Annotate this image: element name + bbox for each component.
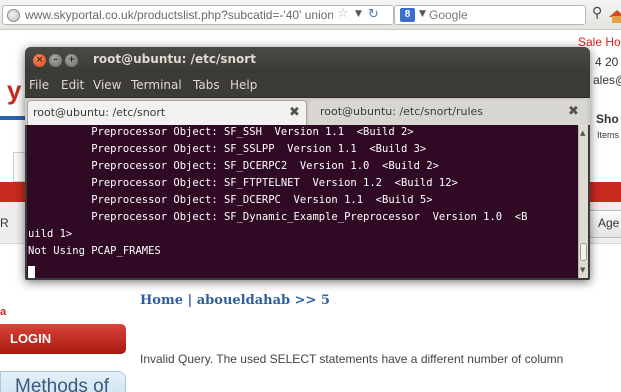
url-bar[interactable]: www.skyportal.co.uk/productslist.php?sub… <box>2 5 394 25</box>
tab-label: root@ubuntu: /etc/snort/rules <box>320 105 484 118</box>
tab-close-icon[interactable]: ✖ <box>568 104 579 119</box>
url-tools: ☆ ▼ ↻ <box>333 6 393 24</box>
star-icon[interactable]: ☆ <box>337 6 349 21</box>
scroll-up-icon[interactable]: ▲ <box>580 129 585 137</box>
items-label: Items <box>597 130 620 140</box>
terminal-line: uild 1> <box>28 228 73 240</box>
site-logo: y <box>7 75 22 105</box>
terminal-line: Not Using PCAP_FRAMES <box>28 245 161 257</box>
promo-phone: 4 20 <box>595 55 619 69</box>
search-bar[interactable]: 8 ▼ Google <box>394 5 586 25</box>
methods-box[interactable]: Methods of <box>0 371 126 392</box>
terminal-line: Preprocessor Object: SF_DCERPC Version 1… <box>28 194 433 206</box>
menu-help[interactable]: Help <box>230 78 257 92</box>
tab-snort-rules[interactable]: root@ubuntu: /etc/snort/rules ✖ <box>309 100 587 125</box>
globe-icon <box>7 9 20 22</box>
terminal-line: Preprocessor Object: SF_SSH Version 1.1 … <box>28 126 414 138</box>
menu-terminal[interactable]: Terminal <box>131 78 182 92</box>
nav-item-fragment[interactable]: R <box>0 216 9 230</box>
menu-bar: File Edit View Terminal Tabs Help <box>25 73 590 97</box>
search-engine-dropdown-icon[interactable]: ▼ <box>419 9 426 19</box>
tab-close-icon[interactable]: ✖ <box>289 105 300 120</box>
sidebar-header: a <box>0 306 7 318</box>
tab-snort[interactable]: root@ubuntu: /etc/snort ✖ <box>27 100 307 125</box>
browser-toolbar: www.skyportal.co.uk/productslist.php?sub… <box>0 0 621 30</box>
menu-edit[interactable]: Edit <box>61 78 84 92</box>
close-icon[interactable]: × <box>33 54 46 67</box>
scrollbar[interactable]: ▲ ▼ <box>578 125 588 278</box>
url-text: www.skyportal.co.uk/productslist.php?sub… <box>25 8 351 22</box>
url-dropdown-icon[interactable]: ▼ <box>355 9 362 19</box>
terminal-line: Preprocessor Object: SF_FTPTELNET Versio… <box>28 177 458 189</box>
tab-label: root@ubuntu: /etc/snort <box>33 106 166 119</box>
login-button[interactable]: LOGIN <box>0 324 126 354</box>
search-engine-icon[interactable]: 8 <box>400 8 415 22</box>
shop-header: Sho <box>596 112 619 126</box>
terminal-line: Preprocessor Object: SF_Dynamic_Example_… <box>28 211 528 223</box>
reload-icon[interactable]: ↻ <box>368 7 379 22</box>
terminal-line: Preprocessor Object: SF_SSLPP Version 1.… <box>28 143 427 155</box>
terminal-output[interactable]: Preprocessor Object: SF_SSH Version 1.1 … <box>27 125 578 278</box>
scroll-down-icon[interactable]: ▼ <box>580 266 585 274</box>
scroll-thumb[interactable] <box>580 243 587 261</box>
search-placeholder: Google <box>429 8 468 22</box>
menu-tabs[interactable]: Tabs <box>193 78 220 92</box>
error-message: Invalid Query. The used SELECT statement… <box>140 352 564 366</box>
menu-file[interactable]: File <box>29 78 49 92</box>
home-icon[interactable] <box>609 4 621 24</box>
window-title: root@ubuntu: /etc/snort <box>93 52 256 66</box>
maximize-icon[interactable]: + <box>65 54 78 67</box>
menu-view[interactable]: View <box>93 78 121 92</box>
promo-email: ales@ <box>593 73 621 87</box>
tab-bar: root@ubuntu: /etc/snort ✖ root@ubuntu: /… <box>25 97 590 125</box>
title-bar[interactable]: × – + root@ubuntu: /etc/snort <box>25 47 590 73</box>
search-icon[interactable]: ⚲ <box>592 5 606 23</box>
minimize-icon[interactable]: – <box>49 54 62 67</box>
terminal-cursor <box>28 266 35 278</box>
breadcrumb[interactable]: Home | aboueldahab >> 5 <box>140 293 330 308</box>
methods-label: Methods of <box>15 376 109 392</box>
terminal-window: × – + root@ubuntu: /etc/snort File Edit … <box>25 47 590 280</box>
terminal-line: Preprocessor Object: SF_DCERPC2 Version … <box>28 160 439 172</box>
